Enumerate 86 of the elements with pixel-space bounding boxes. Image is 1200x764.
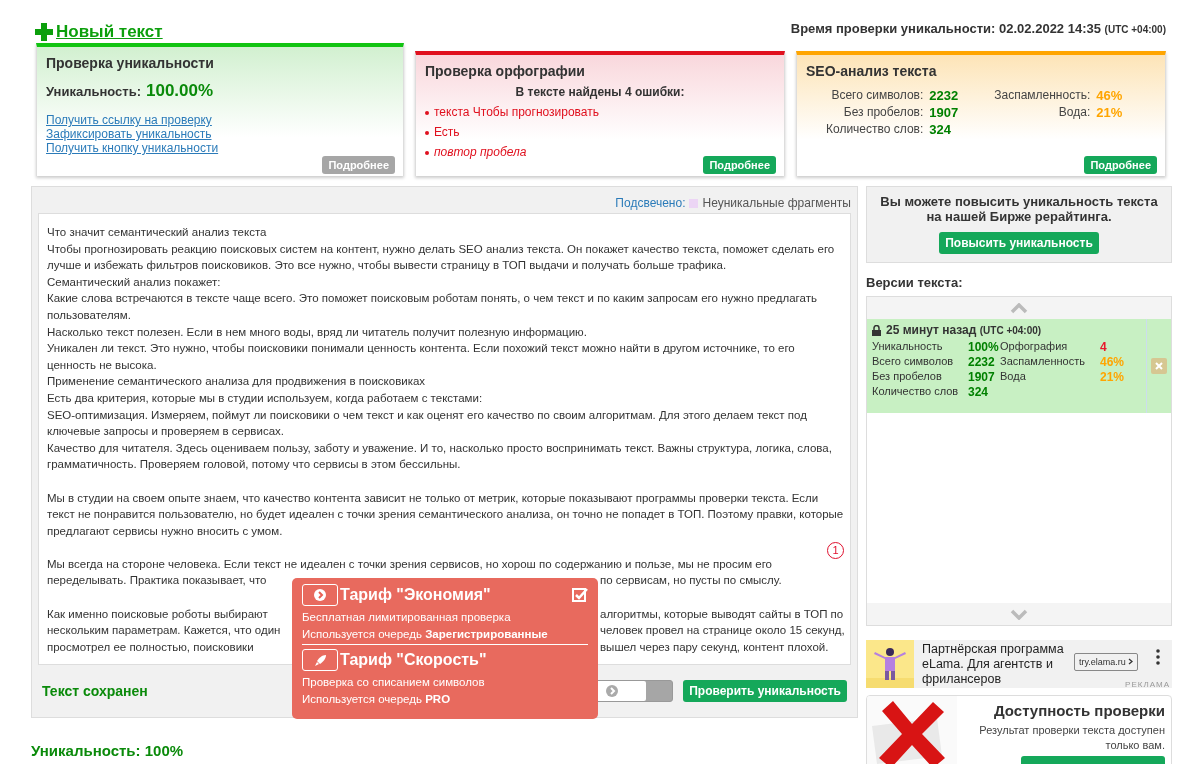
- save-status: Текст сохранен: [42, 683, 148, 699]
- text-line: Применение семантического анализа для продвижения в поисковиках: [47, 374, 426, 390]
- text-line: Мы в студии на своем опыте знаем, что качество контента зависит не только от метрик, которые показывают программы проверки текста. Если: [47, 490, 819, 506]
- text-line: ключевые запросы и проверяем в сервисах.: [47, 424, 284, 440]
- stat-label: Без пробелов: [872, 370, 943, 384]
- promo-button[interactable]: Повысить уникальность: [939, 232, 1099, 254]
- text-line: нескольким параметрам. Кажется, что один: [47, 623, 281, 639]
- text-line: по сервисам, но пусты по смыслу.: [600, 573, 782, 589]
- stat-label: Уникальность: [872, 340, 944, 354]
- stat-value: 4: [1100, 340, 1108, 354]
- text-line: пользователям.: [47, 307, 131, 323]
- text-line: текст не понравится пользователю, но будет идеален с точки зрения семантического анализа, он точно не попадет в ТОП. Поэтому правки, которые: [47, 507, 844, 523]
- tariff-title[interactable]: Тариф "Скорость": [340, 651, 588, 669]
- text-line: алгоритмы, которые выводят сайты в ТОП по: [600, 606, 844, 622]
- more-button[interactable]: Подробнее: [703, 156, 776, 174]
- text-line: вышел через пару секунд, контент плохой.: [600, 639, 829, 655]
- error-summary: В тексте найдены 4 ошибки:: [514, 85, 686, 99]
- stat-value: 324: [968, 385, 990, 399]
- stat-label: Вода:: [1057, 105, 1091, 120]
- legend-label: Подсвечено:: [615, 196, 686, 210]
- card-title: Проверка уникальности: [46, 55, 215, 71]
- stat-value: 2232: [968, 355, 996, 369]
- stat-value: 1907: [968, 370, 996, 384]
- text-line: Мы всегда на стороне человека. Если текст не идеален с точки зрения сервисов, но хорош по содержанию и пользе, мы не просим его: [47, 556, 772, 572]
- text-line: человек провел на странице около 15 секунд,: [600, 623, 845, 639]
- tariff-description: Проверка со списанием символов: [302, 676, 486, 688]
- text-line: Есть два критерия, которые мы в студии используем, когда работаем с текстами:: [47, 390, 483, 406]
- text-line: просмотрел ее полностью, поисковики: [47, 639, 254, 655]
- text-line: переделывать. Практика показывает, что: [47, 573, 267, 589]
- stat-value: 21%: [1100, 370, 1126, 384]
- stat-label: Без пробелов:: [842, 105, 924, 120]
- text-line: Уникален ли текст. Это нужно, чтобы поисковики понимали ценность контента. Если похожий текст можно найти в другом источнике, то его: [47, 341, 795, 357]
- spelling-error: Есть: [434, 125, 460, 139]
- stat-label: Всего символов:: [830, 88, 924, 103]
- text-line: грамматичность. Проверяем головой, потому что сервисы в этом бессильны.: [47, 457, 461, 473]
- stat-label: Вода: [1000, 370, 1027, 384]
- card-title: SEO-анализ текста: [806, 63, 938, 79]
- legend-item: Неуникальные фрагменты: [702, 196, 851, 210]
- text-line: Семантический анализ покажет:: [47, 274, 221, 290]
- stat-label: Количество слов: [872, 385, 960, 399]
- stat-value: 1907: [929, 105, 959, 120]
- text-line: лучше и избежать фильтров поисковиков. Это все нужно, чтобы вывести страницу в ТОП выдачи и получать больше трафика.: [47, 258, 727, 274]
- ad-text: Партнёрская программа eLama. Для агентств и фрилансеров: [921, 641, 1065, 688]
- tariff-description: Бесплатная лимитированная проверка: [302, 611, 512, 623]
- spelling-error: повтор пробела: [434, 145, 527, 159]
- uniqueness-label: Уникальность:: [46, 84, 141, 99]
- ad-link[interactable]: try.elama.ru: [1074, 653, 1139, 671]
- check-button[interactable]: Проверить уникальность: [683, 680, 847, 702]
- versions-title: Версии текста:: [866, 275, 964, 290]
- stat-value: 324: [929, 122, 952, 137]
- text-line: ценность не высока.: [47, 357, 157, 373]
- stat-label: Орфография: [1000, 340, 1069, 354]
- more-button[interactable]: Подробнее: [1084, 156, 1157, 174]
- stat-label: Количество слов:: [826, 122, 924, 137]
- tariff-description: Используется очередь Зарегистрированные: [302, 628, 549, 640]
- stat-label: Заспамленность: [1000, 355, 1086, 369]
- text-line: SEO-оптимизация. Измеряем, поймут ли поисковики о чем текст и как оценят его качество по своим алгоритмам. Для этого делаем текст под: [47, 407, 807, 423]
- ad-label: РЕКЛАМА: [1125, 680, 1170, 689]
- access-title: Доступность проверки: [992, 702, 1165, 719]
- stat-label: Заспамленность:: [994, 88, 1091, 103]
- access-text: Результат проверки текста доступен только вам.: [978, 723, 1165, 753]
- text-line: Как именно поисковые роботы выбирают: [47, 606, 268, 622]
- tariff-description: Используется очередь PRO: [302, 693, 452, 705]
- text-line: Насколько текст полезен. Если в нем много воды, вряд ли читатель получит полезную информацию.: [47, 324, 587, 340]
- promo-text: Вы можете повысить уникальность текста на нашей Бирже рерайтинга.: [879, 194, 1159, 224]
- text-line: Качество для читателя. Здесь оцениваем пользу, заботу и уважение. И то, насколько просто воспринимать текст. Важны структура, логика, слова,: [47, 440, 832, 456]
- tariff-title[interactable]: Тариф "Экономия": [340, 586, 570, 604]
- new-text-link[interactable]: Новый текст: [35, 22, 163, 42]
- card-title: Проверка орфографии: [425, 63, 586, 79]
- uniqueness-summary: Уникальность: 100%: [31, 742, 185, 759]
- stat-value: 21%: [1096, 105, 1123, 120]
- stat-value: 46%: [1100, 355, 1126, 369]
- text-line: Чтобы прогнозировать реакцию поисковых систем на контент, нужно делать SEO анализ текста. Он покажет качество текста, поможет сделать его: [47, 241, 835, 257]
- stat-value: 2232: [929, 88, 959, 103]
- check-time: Время проверки уникальности: 02.02.2022 14:35 (UTC +04:00): [790, 21, 1166, 38]
- stat-value: 100%: [968, 340, 1000, 354]
- stat-value: 46%: [1096, 88, 1123, 103]
- ad-banner[interactable]: Партнёрская программа eLama. Для агентств и фрилансеров try.elama.ru РЕКЛАМА: [866, 640, 1172, 688]
- text-line: Что значит семантический анализ текста: [47, 225, 267, 240]
- version-item[interactable]: 25 минут назад (UTC +04:00) Уникальность 100%Орфография 4 Всего символов 2232 Заспамленность 46% Без пробелов 1907 Вода 21% Количество слов 324: [867, 319, 1171, 413]
- uniqueness-value: 100.00%: [145, 81, 214, 101]
- version-time: 25 минут назад (UTC +04:00): [886, 323, 1042, 337]
- text-line: предлагают сервисы нужно вносить с умом.: [47, 523, 283, 539]
- spelling-error: текста Чтобы прогнозировать: [434, 105, 599, 119]
- stat-label: Всего символов: [872, 355, 955, 369]
- text-line: Какие слова встречаются в тексте чаще всего. Это поможет поисковым роботам понять, о чем текст и по каким запросам его нужно предлагать: [47, 291, 817, 307]
